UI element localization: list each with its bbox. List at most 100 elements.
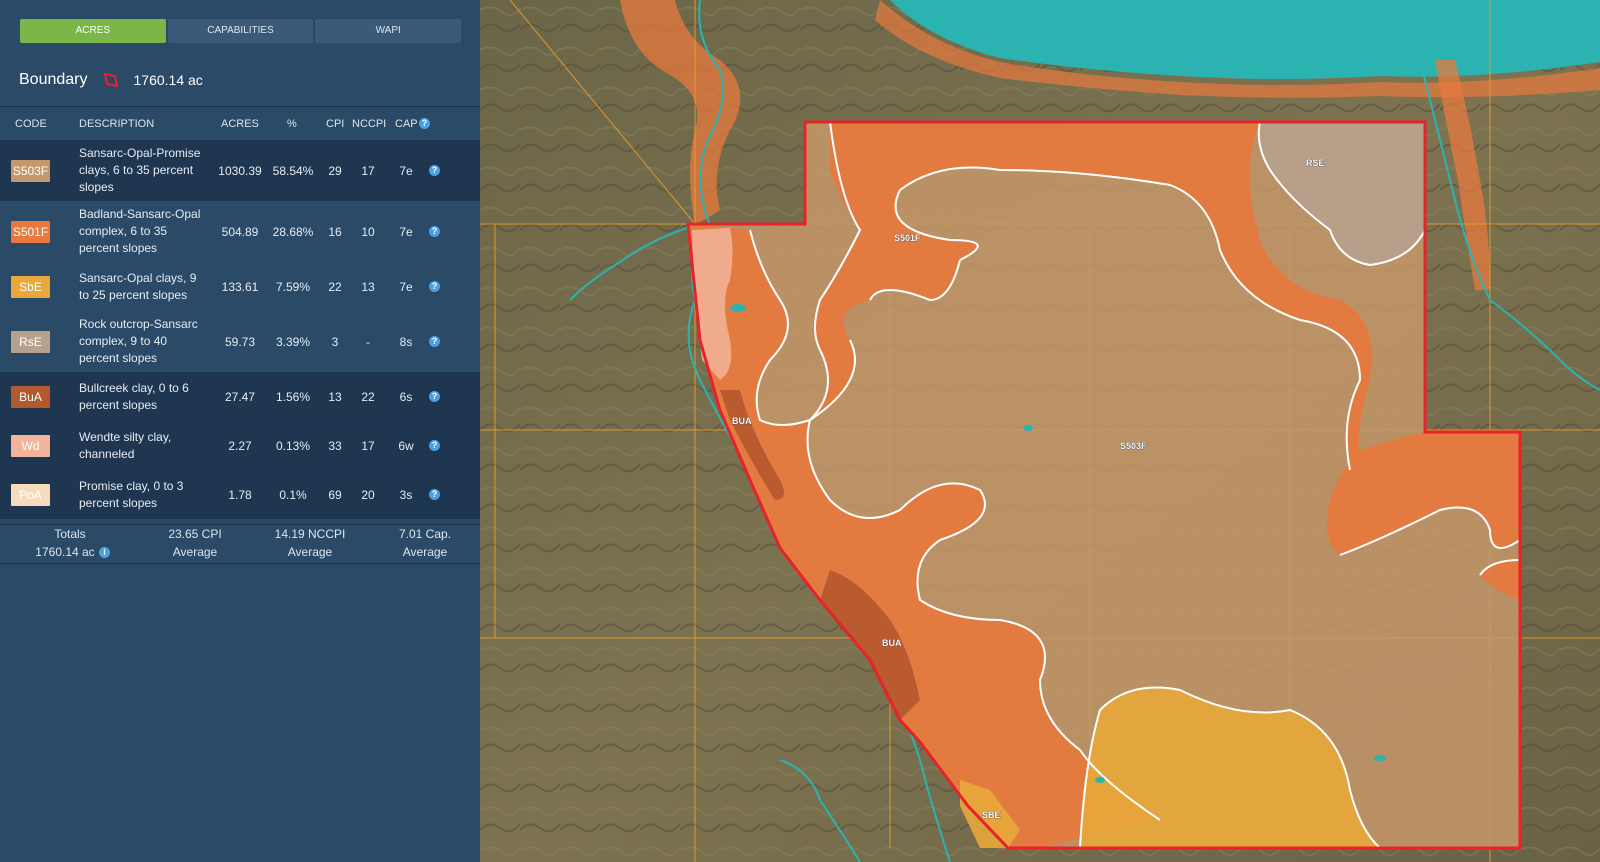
table-row[interactable]: SbE Sansarc-Opal clays, 9 to 25 percent s… — [0, 262, 480, 311]
table-row[interactable]: Wd Wendte silty clay, channeled 2.27 0.13% 3… — [0, 421, 480, 470]
soil-percent: 28.68% — [272, 224, 314, 239]
soil-percent: 3.39% — [275, 334, 311, 349]
soil-acres: 27.47 — [224, 389, 256, 404]
soil-code-badge: S503F — [11, 159, 50, 182]
boundary-label: Boundary — [19, 71, 88, 88]
boundary-acres: 1760.14 ac — [133, 72, 203, 88]
soil-acres: 1.78 — [228, 487, 252, 502]
soil-description: Wendte silty clay, channeled — [79, 429, 172, 461]
totals-label: Totals — [54, 527, 86, 541]
soil-code-badge: PoA — [11, 483, 50, 506]
soil-cpi: 33 — [328, 438, 342, 453]
soil-map[interactable]: RSE S501F S503F BUA BUA SBE — [480, 0, 1600, 862]
table-row[interactable]: RsE Rock outcrop-Sansarc complex, 9 to 40… — [0, 311, 480, 372]
totals-acres: 1760.14 ac — [35, 545, 95, 559]
soil-table-body: S503F Sansarc-Opal-Promise clays, 6 to 35… — [0, 140, 480, 519]
soil-acres: 59.73 — [224, 334, 256, 349]
soil-cap: 7e — [399, 224, 413, 239]
table-row[interactable]: PoA Promise clay, 0 to 3 percent slopes 1.… — [0, 470, 480, 519]
soil-cpi: 22 — [328, 279, 342, 294]
tab-capabilities[interactable]: CAPABILITIES — [167, 19, 314, 43]
table-row[interactable]: S501F Badland-Sansarc-Opal complex, 6 to … — [0, 201, 480, 262]
soil-nccpi: 20 — [361, 487, 375, 502]
map-label-bua-north: BUA — [732, 416, 752, 426]
soil-percent: 1.56% — [275, 389, 311, 404]
soil-acres: 1030.39 — [218, 163, 262, 178]
soil-description: Rock outcrop-Sansarc complex, 9 to 40 pe… — [79, 316, 198, 365]
totals-nccpi: 14.19 NCCPI — [274, 527, 346, 541]
soil-nccpi: - — [366, 334, 370, 349]
soil-description: Badland-Sansarc-Opal complex, 6 to 35 pe… — [79, 206, 201, 255]
soil-acres: 133.61 — [221, 279, 259, 294]
soil-description: Bullcreek clay, 0 to 6 percent slopes — [79, 380, 189, 412]
soil-code-badge: BuA — [11, 385, 50, 408]
cap-help-icon[interactable]: ? — [429, 390, 440, 402]
soil-cap: 3s — [399, 487, 413, 502]
cap-help-icon[interactable]: ? — [429, 225, 440, 237]
soil-percent: 7.59% — [275, 279, 311, 294]
soil-acres: 2.27 — [228, 438, 252, 453]
soil-code-badge: RsE — [11, 330, 50, 353]
soil-nccpi: 17 — [361, 438, 375, 453]
soil-cap: 7e — [399, 279, 413, 294]
map-label-s503f: S503F — [1120, 441, 1147, 451]
map-label-s501f: S501F — [894, 233, 921, 243]
header-cap: CAP — [395, 118, 418, 130]
totals-cpi-sub: Average — [172, 545, 218, 559]
soil-code-badge: Wd — [11, 434, 50, 457]
soil-percent: 58.54% — [272, 163, 314, 178]
header-nccpi: NCCPI — [352, 118, 387, 130]
cap-help-icon[interactable]: ? — [429, 439, 440, 451]
totals-row: Totals 1760.14 ac i 23.65 CPI Average 14… — [0, 524, 480, 564]
soil-cpi: 13 — [328, 389, 342, 404]
soil-percent: 0.1% — [279, 487, 307, 502]
soil-nccpi: 22 — [361, 389, 375, 404]
map-label-sbe: SBE — [982, 810, 1001, 820]
soil-nccpi: 17 — [361, 163, 375, 178]
table-row[interactable]: BuA Bullcreek clay, 0 to 6 percent slopes… — [0, 372, 480, 421]
totals-cap: 7.01 Cap. — [398, 527, 452, 541]
header-cpi: CPI — [326, 118, 345, 130]
soil-cpi: 16 — [328, 224, 342, 239]
cap-help-icon[interactable]: ? — [429, 164, 440, 176]
soil-nccpi: 10 — [361, 224, 375, 239]
soil-cpi: 29 — [328, 163, 342, 178]
soil-cpi: 69 — [328, 487, 342, 502]
tab-wapi[interactable]: WAPI — [315, 19, 462, 43]
soil-cap: 6s — [399, 389, 413, 404]
soil-cap: 8s — [399, 334, 413, 349]
tab-acres[interactable]: ACRES — [20, 19, 166, 43]
tab-bar: ACRES CAPABILITIES WAPI — [20, 19, 462, 43]
map-canvas[interactable]: RSE S501F S503F BUA BUA SBE — [480, 0, 1600, 862]
soil-cpi: 3 — [331, 334, 339, 349]
cap-help-icon[interactable]: ? — [419, 118, 430, 129]
soil-code-badge: S501F — [11, 220, 50, 243]
soil-nccpi: 13 — [361, 279, 375, 294]
header-percent: % — [287, 118, 297, 130]
header-acres: ACRES — [221, 118, 259, 130]
cap-help-icon[interactable]: ? — [429, 280, 440, 292]
table-row[interactable]: S503F Sansarc-Opal-Promise clays, 6 to 35… — [0, 140, 480, 201]
soil-description: Sansarc-Opal-Promise clays, 6 to 35 perc… — [79, 145, 201, 194]
table-header: CODE DESCRIPTION ACRES % CPI NCCPI CAP ? — [0, 114, 480, 136]
boundary-summary: Boundary 1760.14 ac — [19, 68, 203, 92]
divider — [0, 106, 480, 107]
cap-help-icon[interactable]: ? — [429, 488, 440, 500]
soil-acres: 504.89 — [221, 224, 259, 239]
soil-description: Promise clay, 0 to 3 percent slopes — [79, 478, 184, 510]
cap-help-icon[interactable]: ? — [429, 335, 440, 347]
totals-cpi: 23.65 CPI — [168, 527, 222, 541]
soil-cap: 6w — [398, 438, 414, 453]
soil-cap: 7e — [399, 163, 413, 178]
map-label-bua-south: BUA — [882, 638, 902, 648]
header-description: DESCRIPTION — [79, 118, 155, 130]
totals-cap-sub: Average — [402, 545, 448, 559]
soil-percent: 0.13% — [275, 438, 311, 453]
boundary-polygon-icon — [103, 73, 118, 87]
soil-description: Sansarc-Opal clays, 9 to 25 percent slop… — [79, 270, 197, 302]
totals-nccpi-sub: Average — [287, 545, 333, 559]
totals-info-icon[interactable]: i — [99, 547, 110, 558]
header-code: CODE — [15, 118, 47, 130]
map-label-rse: RSE — [1306, 158, 1325, 168]
soils-panel: ACRES CAPABILITIES WAPI Boundary 1760.14… — [0, 0, 480, 862]
